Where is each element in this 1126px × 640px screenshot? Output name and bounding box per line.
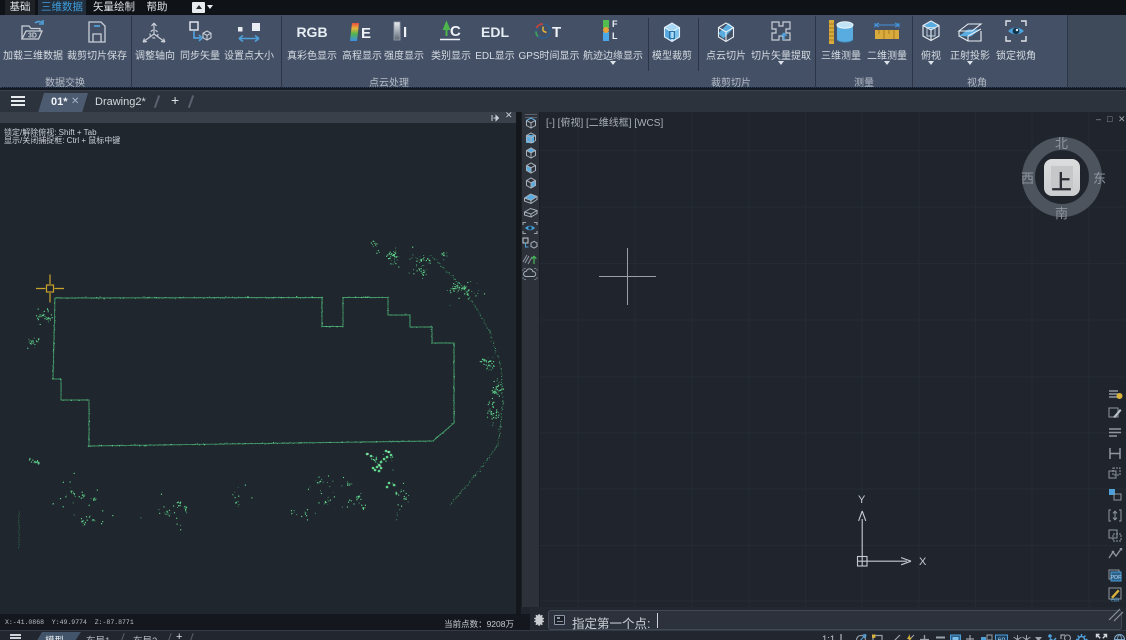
svg-text:F: F — [612, 19, 618, 29]
svg-text:PDF: PDF — [1111, 575, 1123, 581]
svg-text:RGB: RGB — [296, 24, 327, 40]
svg-text:Y: Y — [858, 494, 866, 506]
svg-text:edit: edit — [1111, 597, 1120, 602]
svg-text:I: I — [403, 24, 407, 41]
svg-text:C: C — [450, 23, 461, 40]
svg-text:L: L — [612, 31, 618, 41]
svg-text:E: E — [361, 25, 371, 42]
svg-text:3D: 3D — [28, 33, 37, 40]
svg-text:EDL: EDL — [481, 24, 509, 40]
svg-text:X: X — [919, 556, 927, 568]
svg-text:T: T — [552, 24, 561, 41]
